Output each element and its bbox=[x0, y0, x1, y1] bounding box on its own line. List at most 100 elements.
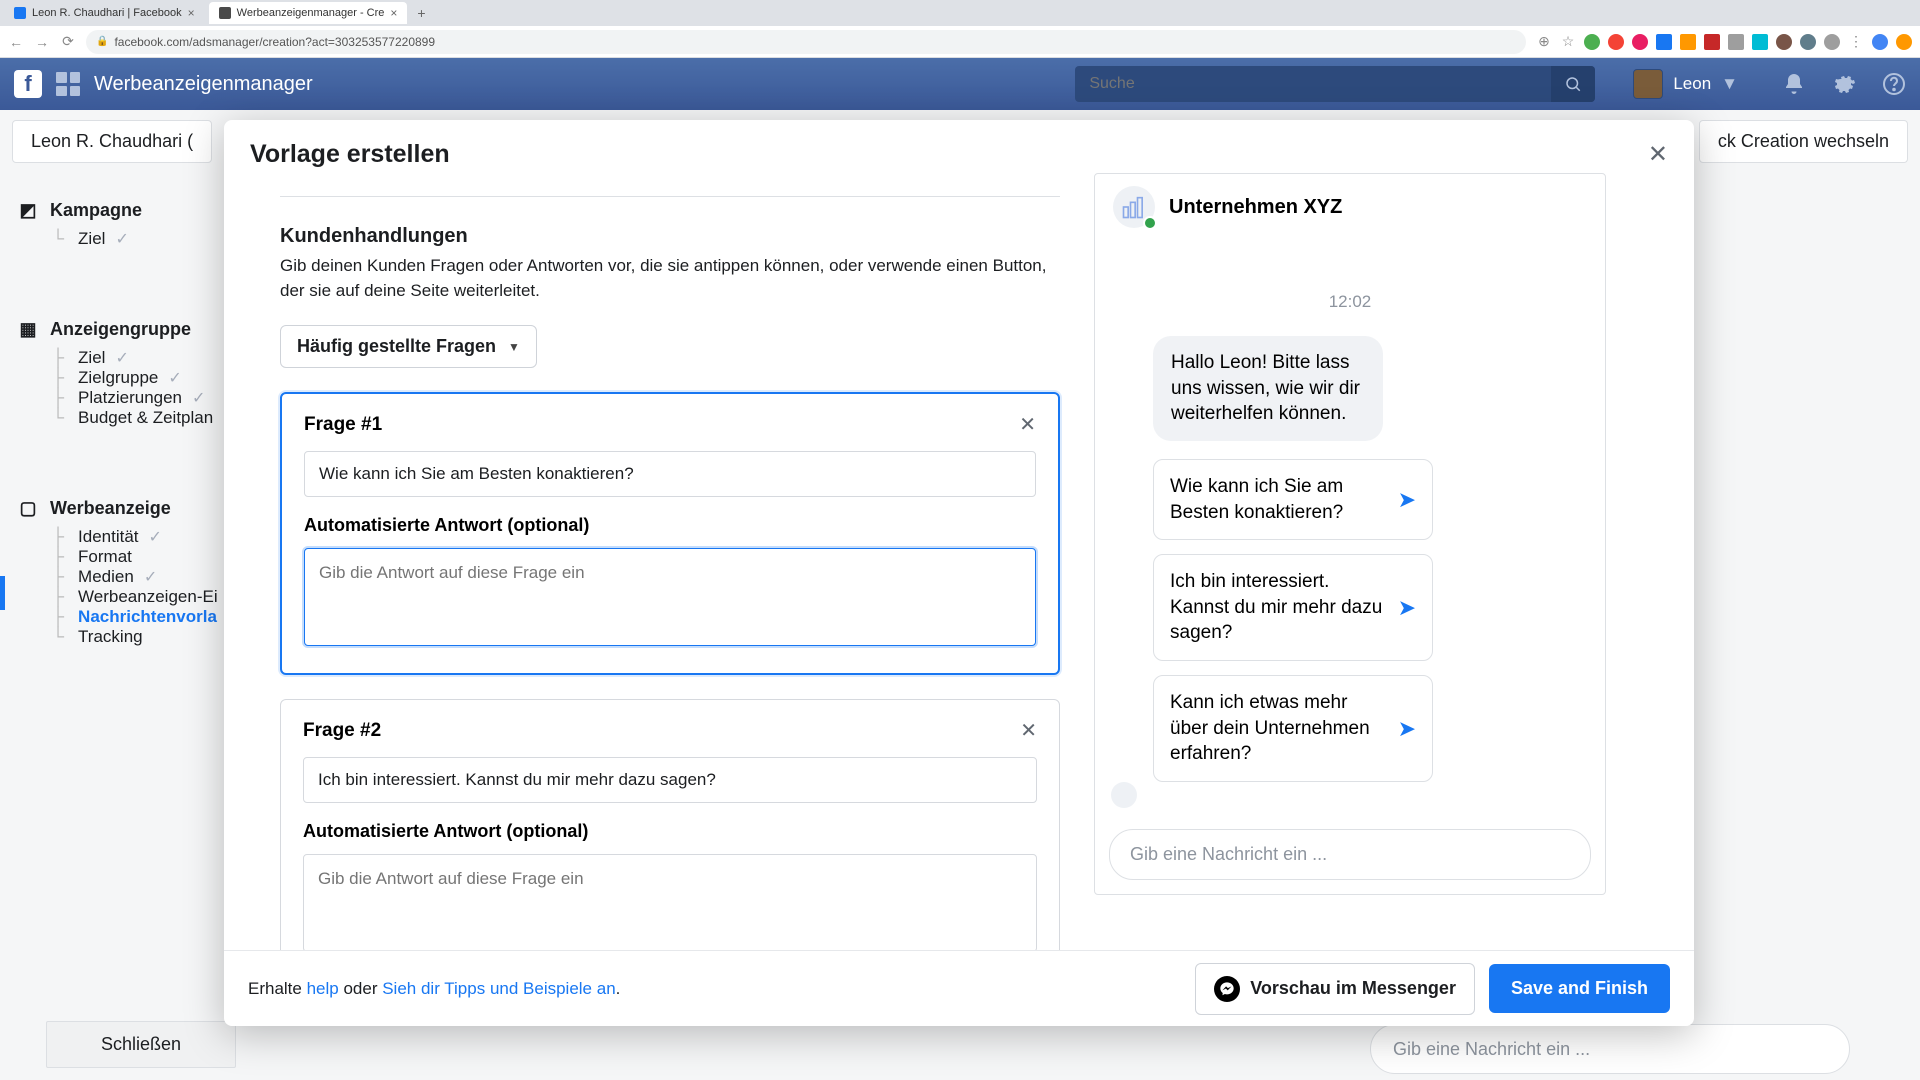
nav-ad-settings[interactable]: ├Werbeanzeigen-Ei bbox=[10, 587, 240, 607]
section-description: Gib deinen Kunden Fragen oder Antworten … bbox=[280, 254, 1060, 303]
campaign-icon: ◩ bbox=[18, 201, 38, 221]
star-icon[interactable]: ☆ bbox=[1560, 34, 1576, 50]
question-label: Frage #2 bbox=[303, 720, 381, 742]
check-icon: ✓ bbox=[192, 388, 205, 408]
nav-ad-medien[interactable]: ├Medien✓ bbox=[10, 567, 240, 587]
help-icon[interactable] bbox=[1882, 72, 1906, 96]
extension-icon[interactable] bbox=[1896, 34, 1912, 50]
nav-campaign-header[interactable]: ◩ Kampagne bbox=[10, 192, 240, 229]
question-card-2: Frage #2 ✕ Automatisierte Antwort (optio… bbox=[280, 699, 1060, 950]
check-icon: ✓ bbox=[144, 567, 157, 587]
new-tab-button[interactable]: + bbox=[411, 5, 431, 21]
account-selector[interactable]: Leon R. Chaudhari ( bbox=[12, 120, 212, 163]
nav-ad-tracking[interactable]: └Tracking bbox=[10, 627, 240, 647]
extension-icon[interactable] bbox=[1752, 34, 1768, 50]
modal-title: Vorlage erstellen bbox=[250, 140, 450, 169]
preview-column: Unternehmen XYZ 12:02 Hallo Leon! Bitte … bbox=[1094, 173, 1694, 950]
small-avatar-icon bbox=[1111, 782, 1137, 808]
gear-icon[interactable] bbox=[1832, 72, 1856, 96]
help-link[interactable]: help bbox=[307, 979, 339, 998]
avatar bbox=[1633, 69, 1663, 99]
close-icon[interactable]: × bbox=[188, 6, 195, 20]
url-input[interactable]: 🔒 facebook.com/adsmanager/creation?act=3… bbox=[86, 30, 1526, 54]
extension-icon[interactable] bbox=[1608, 34, 1624, 50]
search-icon bbox=[1564, 75, 1582, 93]
preview-messenger-button[interactable]: Vorschau im Messenger bbox=[1195, 963, 1475, 1015]
quick-reply[interactable]: Ich bin interessiert. Kannst du mir mehr… bbox=[1153, 554, 1433, 661]
nav-campaign-ziel[interactable]: └Ziel✓ bbox=[10, 229, 240, 249]
answer-label: Automatisierte Antwort (optional) bbox=[303, 821, 1037, 842]
user-name: Leon bbox=[1673, 74, 1711, 94]
bell-icon[interactable] bbox=[1782, 72, 1806, 96]
nav-adset-header[interactable]: ▦ Anzeigengruppe bbox=[10, 311, 240, 348]
nav-ad-format[interactable]: ├Format bbox=[10, 547, 240, 567]
profile-icon[interactable] bbox=[1872, 34, 1888, 50]
tips-link[interactable]: Sieh dir Tipps und Beispiele an bbox=[382, 979, 615, 998]
extension-icon[interactable] bbox=[1704, 34, 1720, 50]
zoom-icon[interactable]: ⊕ bbox=[1536, 34, 1552, 50]
check-icon: ✓ bbox=[115, 348, 128, 368]
menu-icon[interactable]: ⋮ bbox=[1848, 34, 1864, 50]
chat-timestamp: 12:02 bbox=[1109, 292, 1591, 312]
nav-adset-zielgruppe[interactable]: ├Zielgruppe✓ bbox=[10, 368, 240, 388]
question-input[interactable] bbox=[304, 451, 1036, 497]
app-title: Werbeanzeigenmanager bbox=[94, 73, 313, 96]
quick-reply[interactable]: Wie kann ich Sie am Besten konaktieren? … bbox=[1153, 459, 1433, 540]
nav-adset-ziel[interactable]: ├Ziel✓ bbox=[10, 348, 240, 368]
answer-textarea[interactable] bbox=[304, 548, 1036, 646]
question-card-1: Frage #1 ✕ Automatisierte Antwort (optio… bbox=[280, 392, 1060, 675]
nav-ad-message-template[interactable]: ├Nachrichtenvorla bbox=[10, 607, 240, 627]
nav-adset-platzierungen[interactable]: ├Platzierungen✓ bbox=[10, 388, 240, 408]
extension-icon[interactable] bbox=[1776, 34, 1792, 50]
extension-icon[interactable] bbox=[1680, 34, 1696, 50]
modal-footer: Erhalte help oder Sieh dir Tipps und Bei… bbox=[224, 950, 1694, 1026]
browser-tab-active[interactable]: Werbeanzeigenmanager - Cre × bbox=[209, 2, 408, 24]
creation-switch[interactable]: ck Creation wechseln bbox=[1699, 120, 1908, 163]
question-input[interactable] bbox=[303, 757, 1037, 803]
nav-ad-identity[interactable]: ├Identität✓ bbox=[10, 527, 240, 547]
help-text: Erhalte help oder Sieh dir Tipps und Bei… bbox=[248, 979, 620, 999]
quick-reply[interactable]: Kann ich etwas mehr über dein Unternehme… bbox=[1153, 675, 1433, 782]
preview-page-name: Unternehmen XYZ bbox=[1169, 196, 1342, 219]
forward-icon[interactable]: → bbox=[34, 34, 50, 50]
close-button[interactable]: Schließen bbox=[46, 1021, 236, 1068]
adset-icon: ▦ bbox=[18, 320, 38, 340]
tab-title: Leon R. Chaudhari | Facebook bbox=[32, 7, 182, 19]
check-icon: ✓ bbox=[149, 527, 162, 547]
search-button[interactable] bbox=[1551, 66, 1595, 102]
send-icon: ➤ bbox=[1398, 487, 1416, 513]
facebook-favicon-icon bbox=[14, 7, 26, 19]
extension-icon[interactable] bbox=[1800, 34, 1816, 50]
extension-icon[interactable] bbox=[1584, 34, 1600, 50]
tab-title: Werbeanzeigenmanager - Cre bbox=[237, 7, 385, 19]
answer-textarea[interactable] bbox=[303, 854, 1037, 950]
send-icon: ➤ bbox=[1398, 595, 1416, 621]
remove-question-icon[interactable]: ✕ bbox=[1020, 718, 1037, 743]
section-title: Kundenhandlungen bbox=[280, 225, 1060, 248]
greeting-bubble: Hallo Leon! Bitte lass uns wissen, wie w… bbox=[1153, 336, 1383, 441]
remove-question-icon[interactable]: ✕ bbox=[1019, 412, 1036, 437]
business-menu-icon[interactable] bbox=[56, 72, 80, 96]
background-message-input[interactable]: Gib eine Nachricht ein ... bbox=[1370, 1024, 1850, 1074]
messenger-preview: Unternehmen XYZ 12:02 Hallo Leon! Bitte … bbox=[1094, 173, 1606, 895]
nav-ad-header[interactable]: ▢ Werbeanzeige bbox=[10, 490, 240, 527]
chat-area: 12:02 Hallo Leon! Bitte lass uns wissen,… bbox=[1095, 238, 1605, 819]
reload-icon[interactable]: ⟳ bbox=[60, 34, 76, 50]
close-icon[interactable]: ✕ bbox=[1648, 140, 1668, 169]
save-finish-button[interactable]: Save and Finish bbox=[1489, 964, 1670, 1013]
search-input[interactable] bbox=[1075, 75, 1551, 93]
extension-icon[interactable] bbox=[1632, 34, 1648, 50]
nav-adset-budget[interactable]: └Budget & Zeitplan bbox=[10, 408, 240, 428]
browser-tab[interactable]: Leon R. Chaudhari | Facebook × bbox=[4, 2, 205, 24]
user-menu[interactable]: Leon ▼ bbox=[1633, 69, 1738, 99]
facebook-logo-icon[interactable]: f bbox=[14, 70, 42, 98]
action-type-dropdown[interactable]: Häufig gestellte Fragen ▼ bbox=[280, 325, 537, 368]
lock-icon: 🔒 bbox=[96, 36, 108, 47]
close-icon[interactable]: × bbox=[390, 6, 397, 20]
extension-icon[interactable] bbox=[1728, 34, 1744, 50]
back-icon[interactable]: ← bbox=[8, 34, 24, 50]
extension-icon[interactable] bbox=[1824, 34, 1840, 50]
extension-icon[interactable] bbox=[1656, 34, 1672, 50]
preview-message-input[interactable]: Gib eine Nachricht ein ... bbox=[1109, 829, 1591, 880]
global-search[interactable] bbox=[1075, 66, 1595, 102]
